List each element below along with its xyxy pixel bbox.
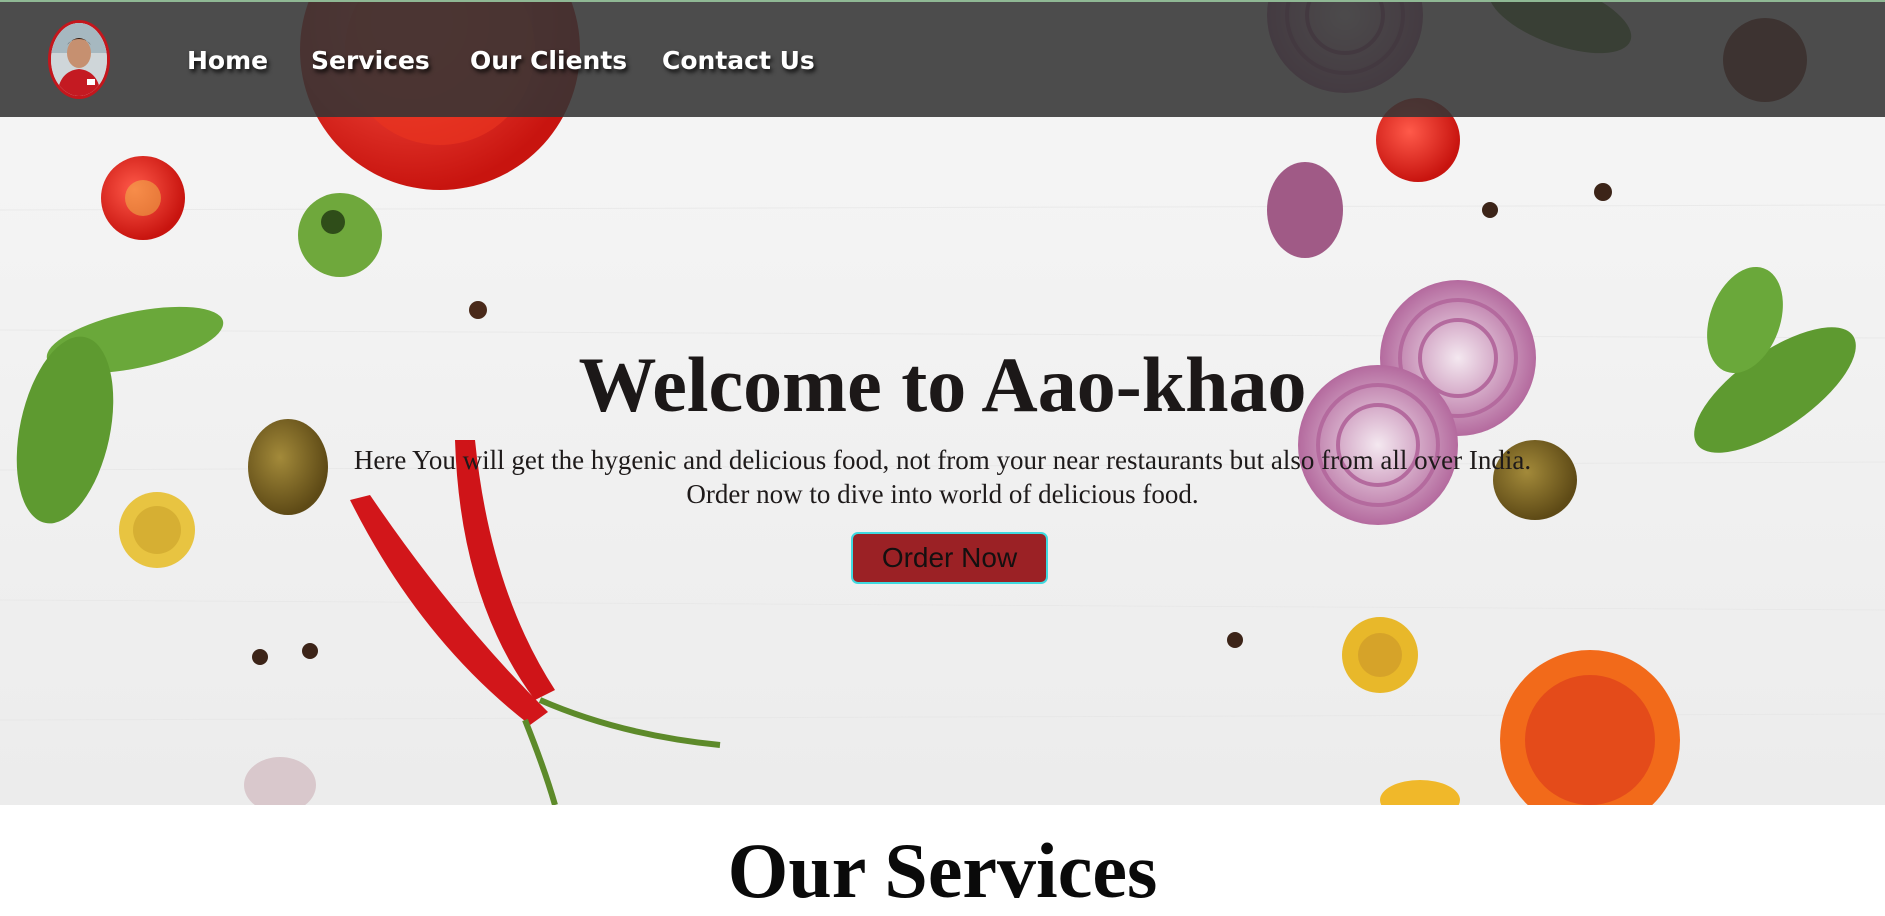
hero-title: Welcome to Aao-khao bbox=[578, 341, 1307, 428]
nav-link-contact-us[interactable]: Contact Us bbox=[662, 46, 815, 75]
nav-link-home[interactable]: Home bbox=[187, 46, 268, 75]
avatar[interactable] bbox=[48, 20, 110, 99]
services-section-title: Our Services bbox=[727, 827, 1158, 914]
nav-link-services[interactable]: Services bbox=[311, 46, 430, 75]
top-navbar: Home Services Our Clients Contact Us bbox=[0, 0, 1885, 117]
hero-description: Here You will get the hygenic and delici… bbox=[0, 443, 1885, 511]
hero-description-line-2: Order now to dive into world of deliciou… bbox=[686, 479, 1199, 509]
hero-description-line-1: Here You will get the hygenic and delici… bbox=[353, 445, 1532, 475]
order-now-button[interactable]: Order Now bbox=[851, 532, 1048, 584]
nav-link-our-clients[interactable]: Our Clients bbox=[470, 46, 627, 75]
hero-section: Welcome to Aao-khao Here You will get th… bbox=[0, 0, 1885, 805]
profile-photo-icon bbox=[51, 23, 107, 96]
